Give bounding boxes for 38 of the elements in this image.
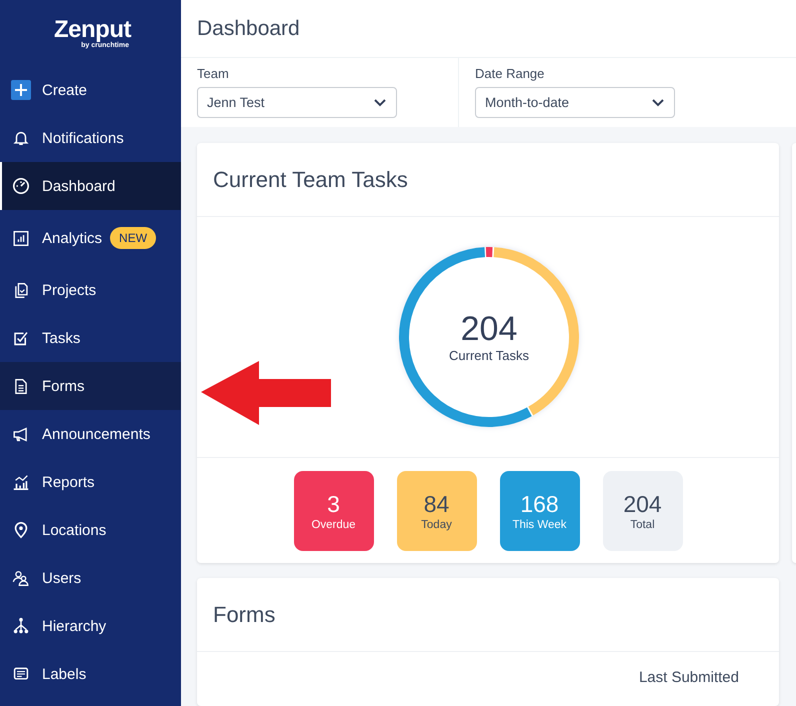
filter-label: Date Range <box>475 66 546 82</box>
chevron-down-icon <box>652 98 664 107</box>
bar-chart-icon <box>11 473 31 491</box>
label-icon <box>11 666 31 682</box>
sidebar-item[interactable]: Dashboard <box>0 162 181 210</box>
sidebar-item[interactable]: Labels <box>0 650 181 698</box>
chart-icon <box>11 230 31 246</box>
sidebar-item[interactable]: Announcements <box>0 410 181 458</box>
sidebar-item[interactable]: Analytics NEW <box>0 210 181 266</box>
gauge-icon <box>11 177 31 195</box>
stat-tile[interactable]: 3 Overdue <box>294 470 374 550</box>
sidebar-item[interactable]: Notifications <box>0 114 181 162</box>
stat-tile[interactable]: 204 Total <box>602 470 682 550</box>
sidebar-item[interactable]: Tasks <box>0 314 181 362</box>
dropdown[interactable]: Month-to-date <box>475 87 675 118</box>
sidebar-item[interactable]: Hierarchy <box>0 602 181 650</box>
sidebar-item[interactable]: Users <box>0 554 181 602</box>
card-title: Forms <box>213 602 276 628</box>
column-header: Last Submitted <box>638 669 739 686</box>
total-count: 204 <box>460 310 518 348</box>
card-title: Current Team Tasks <box>213 166 408 192</box>
sidebar-item[interactable]: Forms <box>0 362 181 410</box>
logo-wordmark: Zenput <box>54 18 131 42</box>
count-label: Current Tasks <box>449 348 529 364</box>
dropdown[interactable]: Jenn Test <box>197 87 397 118</box>
hierarchy-icon <box>11 617 31 635</box>
sidebar-item[interactable]: Create <box>0 66 181 114</box>
plus-icon <box>11 80 31 100</box>
sidebar-item[interactable]: Reports <box>0 458 181 506</box>
sidebar-item[interactable]: Locations <box>0 506 181 554</box>
bell-icon <box>11 129 31 147</box>
filter-label: Team <box>197 66 230 82</box>
page-title: Dashboard <box>197 16 300 41</box>
users-icon <box>11 570 31 586</box>
stat-tile[interactable]: 84 Today <box>396 470 476 550</box>
sidebar-item[interactable]: Projects <box>0 266 181 314</box>
chevron-down-icon <box>374 98 386 107</box>
new-badge: NEW <box>110 227 156 249</box>
